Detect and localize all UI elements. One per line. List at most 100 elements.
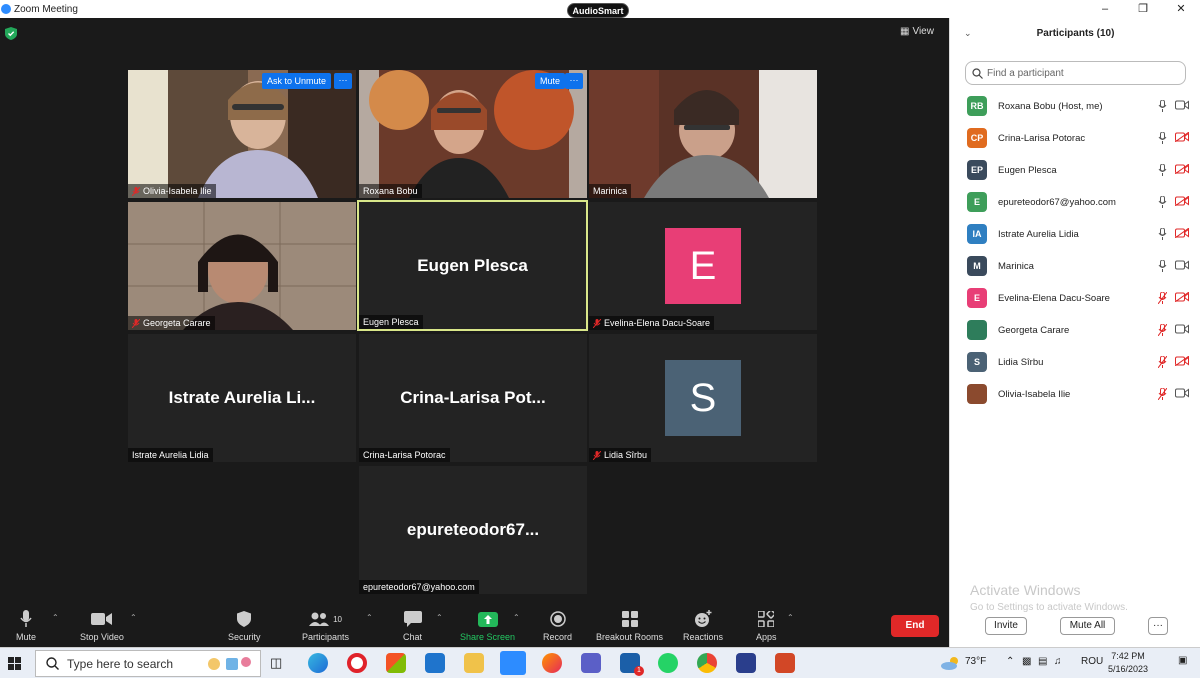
tray-app-icon[interactable]: ▩ — [1022, 656, 1031, 667]
tile-name-label: Marinica — [589, 184, 632, 198]
chrome-icon[interactable] — [697, 653, 717, 673]
video-options-caret[interactable]: ⌃ — [130, 613, 137, 622]
whatsapp-icon[interactable] — [658, 653, 678, 673]
video-tile[interactable]: Mute ··· Roxana Bobu — [359, 70, 587, 198]
participant-row[interactable]: CP Crina-Larisa Potorac — [950, 122, 1200, 154]
tile-more-button[interactable]: ··· — [334, 73, 352, 89]
save-disk-icon[interactable] — [736, 653, 756, 673]
participant-avatar: E — [665, 228, 741, 304]
weather-temp[interactable]: 73°F — [965, 656, 986, 667]
reactions-button[interactable]: Reactions — [683, 609, 723, 642]
video-tile[interactable]: S Lidia Sîrbu — [589, 334, 817, 462]
video-tile[interactable]: E Evelina-Elena Dacu-Soare — [589, 202, 817, 330]
mute-audio-button[interactable]: Mute — [16, 609, 36, 642]
view-button[interactable]: ▦ View — [900, 26, 934, 37]
video-off-icon — [1175, 228, 1189, 238]
participants-button[interactable]: 10 Participants — [302, 609, 349, 642]
participant-row[interactable]: E Evelina-Elena Dacu-Soare — [950, 282, 1200, 314]
video-tile[interactable]: epureteodor67... epureteodor67@yahoo.com — [359, 466, 587, 594]
close-button[interactable]: ✕ — [1162, 0, 1200, 18]
participant-row[interactable]: IA Istrate Aurelia Lidia — [950, 218, 1200, 250]
opera-icon[interactable] — [347, 653, 367, 673]
participants-options-caret[interactable]: ⌃ — [366, 613, 373, 622]
store-icon[interactable] — [386, 653, 406, 673]
chat-options-caret[interactable]: ⌃ — [436, 613, 443, 622]
participant-status-icons — [1158, 164, 1189, 176]
grid-icon: ▦ — [900, 26, 910, 37]
edge-icon[interactable] — [308, 653, 328, 673]
video-tile[interactable]: Ask to Unmute ··· Olivia-Isabela Ilie — [128, 70, 356, 198]
video-tile-active-speaker[interactable]: Eugen Plesca Eugen Plesca — [357, 200, 588, 331]
firefox-icon[interactable] — [542, 653, 562, 673]
breakout-rooms-button[interactable]: Breakout Rooms — [596, 609, 663, 642]
muted-mic-icon — [1158, 388, 1167, 400]
participant-status-icons — [1158, 292, 1189, 304]
stop-video-button[interactable]: Stop Video — [80, 609, 124, 642]
volume-icon[interactable]: ♫ — [1054, 656, 1062, 667]
record-button[interactable]: Record — [543, 609, 572, 642]
tile-display-name: Crina-Larisa Pot... — [400, 388, 546, 407]
video-tile[interactable]: Marinica — [589, 70, 817, 198]
share-options-caret[interactable]: ⌃ — [513, 613, 520, 622]
end-meeting-button[interactable]: End — [891, 615, 939, 637]
zoom-app-icon[interactable] — [500, 651, 526, 675]
share-screen-button[interactable]: Share Screen — [460, 609, 515, 642]
participant-search[interactable] — [965, 61, 1186, 85]
participant-video — [128, 70, 356, 198]
participant-row[interactable]: Olivia-Isabela Ilie — [950, 378, 1200, 410]
task-view-icon[interactable]: ◫ — [270, 655, 282, 671]
participant-avatar: CP — [967, 128, 987, 148]
file-explorer-icon[interactable] — [464, 653, 484, 673]
ask-to-unmute-button[interactable]: Ask to Unmute — [262, 73, 332, 89]
clock[interactable]: 7:42 PM 5/16/2023 — [1108, 650, 1148, 676]
mute-button[interactable]: Mute — [535, 73, 566, 89]
mute-all-button[interactable]: Mute All — [1060, 617, 1115, 635]
teams-icon[interactable] — [581, 653, 601, 673]
mail-icon[interactable] — [425, 653, 445, 673]
notification-icon[interactable]: ▣ — [1178, 655, 1187, 666]
video-tile[interactable]: Crina-Larisa Pot... Crina-Larisa Potorac — [359, 334, 587, 462]
video-tile[interactable]: Istrate Aurelia Li... Istrate Aurelia Li… — [128, 334, 356, 462]
participant-row[interactable]: M Marinica — [950, 250, 1200, 282]
meeting-toolbar: Mute ⌃ Stop Video ⌃ Security 10 Particip… — [0, 605, 949, 647]
tile-name-label: Eugen Plesca — [359, 315, 423, 329]
security-button[interactable]: Security — [228, 609, 261, 642]
taskbar-search[interactable]: Type here to search — [35, 650, 261, 677]
chat-bubble-icon — [403, 611, 422, 627]
participants-icon — [309, 612, 330, 626]
participant-name: epureteodor67@yahoo.com — [998, 196, 1116, 208]
participant-row[interactable]: RB Roxana Bobu (Host, me) — [950, 90, 1200, 122]
powerpoint-icon[interactable] — [775, 653, 795, 673]
tile-more-button[interactable]: ··· — [565, 73, 583, 89]
participant-row[interactable]: Eepureteodor67@yahoo.com — [950, 186, 1200, 218]
windows-start-icon[interactable] — [8, 657, 21, 670]
maximize-button[interactable]: ❐ — [1124, 0, 1162, 18]
chat-button[interactable]: Chat — [403, 609, 422, 642]
participant-row[interactable]: S Lidia Sîrbu — [950, 346, 1200, 378]
apps-button[interactable]: Apps — [756, 609, 777, 642]
language-indicator[interactable]: ROU — [1081, 656, 1103, 667]
minimize-button[interactable]: – — [1086, 0, 1124, 18]
participant-row[interactable]: EP Eugen Plesca — [950, 154, 1200, 186]
security-shield-icon[interactable] — [5, 27, 17, 40]
tile-name-label: Crina-Larisa Potorac — [359, 448, 450, 462]
clock-date: 5/16/2023 — [1108, 664, 1149, 674]
apps-options-caret[interactable]: ⌃ — [787, 613, 794, 622]
participant-status-icons — [1158, 388, 1189, 400]
participant-name: Crina-Larisa Potorac — [998, 132, 1086, 144]
invite-button[interactable]: Invite — [985, 617, 1027, 635]
muted-mic-icon — [1158, 324, 1167, 336]
audio-options-caret[interactable]: ⌃ — [52, 613, 59, 622]
muted-mic-icon — [593, 318, 601, 328]
video-tile[interactable]: Georgeta Carare — [128, 202, 356, 330]
app-icon[interactable]: 1 — [620, 653, 644, 676]
video-camera-icon — [1175, 388, 1189, 398]
chevron-up-icon[interactable]: ⌃ — [1006, 656, 1014, 667]
participant-avatar: IA — [967, 224, 987, 244]
taskbar-search-placeholder: Type here to search — [67, 656, 174, 671]
audiosmart-badge[interactable]: AudioSmart — [567, 3, 629, 18]
network-icon[interactable]: ▤ — [1038, 656, 1047, 667]
more-options-button[interactable]: ··· — [1148, 617, 1168, 635]
search-input[interactable] — [987, 67, 1177, 79]
participant-row[interactable]: Georgeta Carare — [950, 314, 1200, 346]
